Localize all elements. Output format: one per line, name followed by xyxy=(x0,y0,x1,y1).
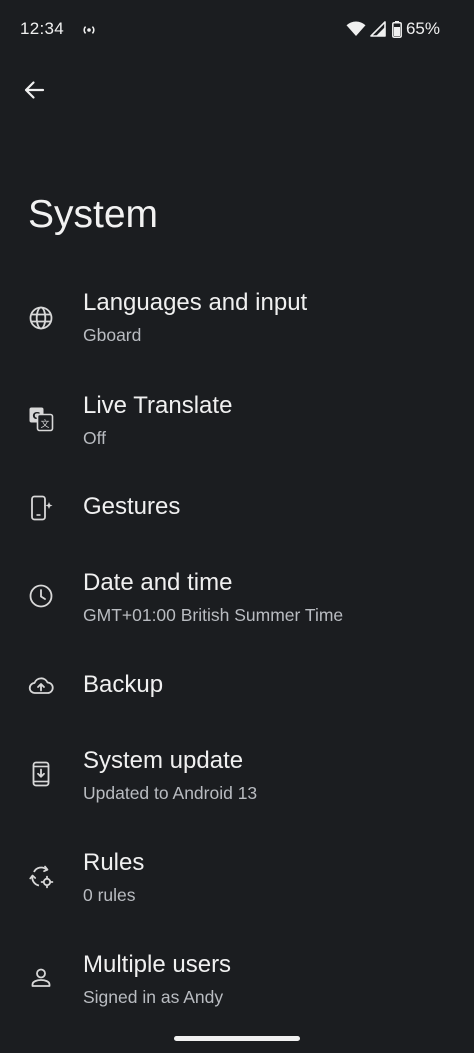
settings-item-title: Multiple users xyxy=(83,951,232,978)
svg-text:文: 文 xyxy=(40,418,49,430)
settings-item-date-and-time[interactable]: Date and time GMT+01:00 British Summer T… xyxy=(0,560,474,650)
settings-item-system-update[interactable]: System update Updated to Android 13 xyxy=(0,738,474,828)
status-bar: 12:34 65% xyxy=(0,0,474,60)
settings-item-live-translate[interactable]: G 文 Live Translate Off xyxy=(0,383,474,473)
settings-item-title: Gestures xyxy=(83,493,181,520)
globe-icon xyxy=(28,305,54,331)
settings-item-gestures[interactable]: Gestures xyxy=(0,470,474,560)
gesture-navigation-handle[interactable] xyxy=(174,1036,300,1041)
settings-item-title: Date and time xyxy=(83,569,233,596)
page-title: System xyxy=(28,193,159,236)
cellular-signal-icon xyxy=(370,21,386,37)
rules-icon xyxy=(28,864,54,890)
wifi-icon xyxy=(346,21,366,37)
battery-percent: 65% xyxy=(405,19,440,38)
person-icon xyxy=(28,965,54,991)
settings-item-title: Languages and input xyxy=(83,289,308,316)
cloud-upload-icon xyxy=(28,673,54,699)
settings-item-summary: 0 rules xyxy=(83,885,136,905)
battery-icon xyxy=(392,20,402,38)
settings-item-summary: Gboard xyxy=(83,325,142,345)
settings-item-multiple-users[interactable]: Multiple users Signed in as Andy xyxy=(0,942,474,1032)
status-icons: 65% xyxy=(346,18,440,40)
settings-item-languages-and-input[interactable]: Languages and input Gboard xyxy=(0,280,474,370)
settings-item-rules[interactable]: Rules 0 rules xyxy=(0,840,474,930)
settings-item-summary: Updated to Android 13 xyxy=(83,783,258,803)
settings-item-summary: GMT+01:00 British Summer Time xyxy=(83,605,344,625)
back-button[interactable] xyxy=(14,72,54,112)
settings-item-summary: Off xyxy=(83,428,107,448)
clock-icon xyxy=(28,583,54,609)
settings-item-title: System update xyxy=(83,747,244,774)
settings-item-summary: Signed in as Andy xyxy=(83,987,224,1007)
gestures-phone-icon xyxy=(28,495,54,521)
settings-item-title: Backup xyxy=(83,671,164,698)
translate-icon: G 文 xyxy=(28,406,54,432)
status-time: 12:34 xyxy=(20,19,65,38)
settings-item-title: Live Translate xyxy=(83,392,233,419)
settings-item-backup[interactable]: Backup xyxy=(0,648,474,738)
arrow-back-icon xyxy=(23,79,45,106)
system-update-icon xyxy=(28,761,54,787)
settings-item-title: Rules xyxy=(83,849,145,876)
hotspot-icon xyxy=(81,22,97,38)
